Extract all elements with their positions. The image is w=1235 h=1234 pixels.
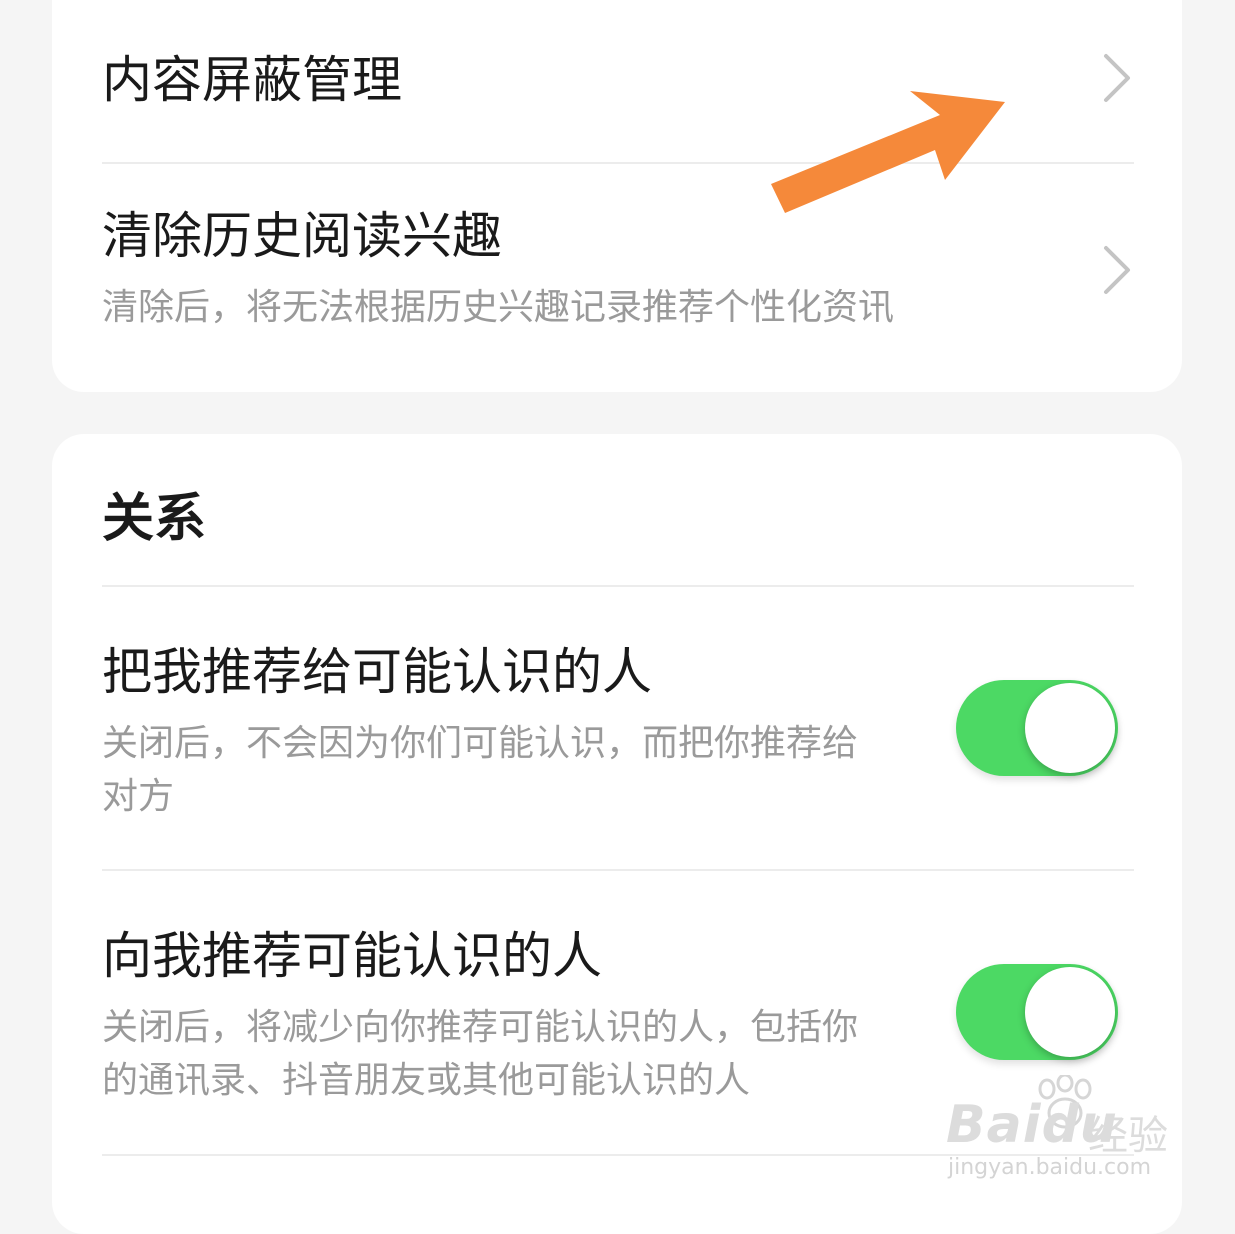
recommend-to-me-label: 向我推荐可能认识的人 [102,927,602,985]
recommend-to-me-description: 关闭后，将减少向你推荐可能认识的人，包括你 的通讯录、抖音朋友或其他可能认识的人 [102,1001,932,1107]
section-header-relations: 关系 [102,489,207,549]
toggle-knob [1025,683,1115,773]
recommend-me-row: 把我推荐给可能认识的人 关闭后，不会因为你们可能认识，而把你推荐给 对方 [102,587,1134,869]
clear-history-description: 清除后，将无法根据历史兴趣记录推荐个性化资讯 [102,287,895,328]
recommend-to-me-description-line2: 的通讯录、抖音朋友或其他可能认识的人 [102,1060,751,1101]
watermark-label: 经验 [1088,1113,1168,1159]
recommend-me-description-line1: 关闭后，不会因为你们可能认识，而把你推荐给 [102,723,859,764]
toggle-knob [1025,967,1115,1057]
recommend-me-label: 把我推荐给可能认识的人 [102,643,652,701]
baidu-jingyan-watermark: Baidu 经验 jingyan.baidu.com [940,1075,1180,1190]
privacy-card: 内容屏蔽管理 清除历史阅读兴趣 清除后，将无法根据历史兴趣记录推荐个性化资讯 [52,0,1182,392]
recommend-to-me-toggle[interactable] [956,964,1118,1060]
annotation-arrow-shape [771,91,1005,213]
chevron-right-icon [1104,246,1130,294]
clear-history-label: 清除历史阅读兴趣 [102,207,502,265]
recommend-me-description: 关闭后，不会因为你们可能认识，而把你推荐给 对方 [102,717,932,823]
recommend-me-toggle[interactable] [956,680,1118,776]
chevron-right-icon [1104,54,1130,102]
watermark-logo-part1: Bai [946,1095,1042,1155]
recommend-to-me-description-line1: 关闭后，将减少向你推荐可能认识的人，包括你 [102,1007,859,1048]
content-block-label: 内容屏蔽管理 [102,51,402,109]
watermark-url: jingyan.baidu.com [948,1155,1152,1180]
recommend-me-description-line2: 对方 [102,776,175,817]
annotation-arrow-icon [771,91,1005,213]
